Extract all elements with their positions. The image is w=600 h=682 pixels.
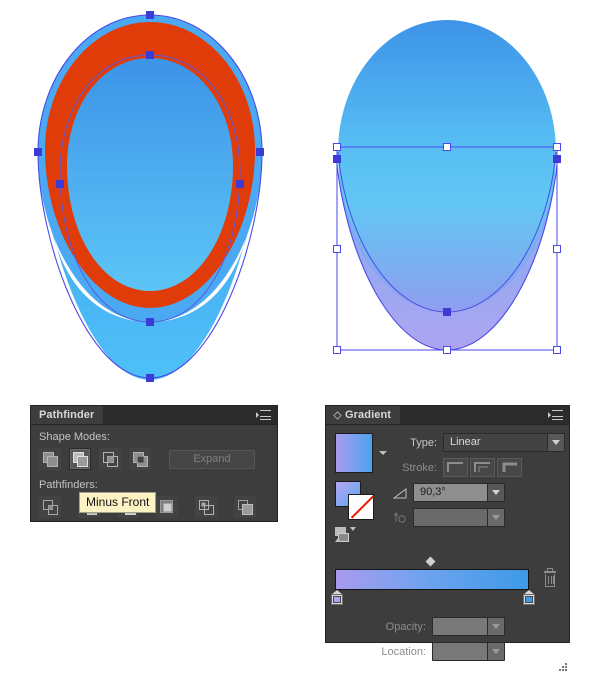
stroke-across-button[interactable] (497, 458, 522, 477)
pathfinder-body: Shape Modes: Expand Pathfinders: Minus F… (31, 425, 277, 526)
tab-gradient-label: Gradient (345, 409, 392, 421)
shape-mode-minus-front-button[interactable] (69, 448, 91, 470)
gradient-angle-input[interactable]: 90,3° (413, 483, 505, 502)
shape-mode-intersect-button[interactable] (99, 448, 121, 470)
gradient-angle-value: 90,3° (420, 486, 446, 498)
pathfinder-minus-back-button[interactable] (234, 496, 256, 518)
left-inner-egg (67, 58, 233, 291)
stroke-along-button[interactable] (470, 458, 495, 477)
expand-button-label: Expand (193, 453, 231, 465)
shape-modes-row: Expand (39, 448, 269, 470)
location-chevron-down-icon[interactable] (487, 643, 504, 660)
type-label: Type: (410, 436, 437, 449)
pathfinders-label: Pathfinders: (39, 479, 98, 491)
right-artwork-group (333, 20, 561, 354)
gradient-preview-swatch[interactable] (335, 433, 373, 473)
pathfinder-crop-button[interactable] (156, 496, 178, 518)
aspect-chevron-down-icon[interactable] (487, 509, 504, 526)
gradient-stop-end[interactable] (523, 590, 535, 605)
gradient-stop-start[interactable] (331, 590, 343, 605)
gradient-ramp[interactable] (335, 569, 529, 590)
pathfinder-tabbar: Pathfinder (31, 406, 277, 425)
shape-mode-unite-button[interactable] (39, 448, 61, 470)
opacity-row: Opacity: (335, 617, 561, 636)
gradient-swatch-column (335, 433, 387, 543)
gradient-tabbar: Gradient (326, 406, 569, 425)
gradient-preset-chevron-down-icon[interactable] (379, 451, 387, 455)
stroke-within-button[interactable] (443, 458, 468, 477)
gradient-aspect-input[interactable] (413, 508, 505, 527)
angle-chevron-down-icon[interactable] (487, 484, 504, 501)
opacity-label: Opacity: (385, 620, 426, 633)
pathfinder-panel-menu-icon[interactable] (256, 410, 272, 422)
stroke-type-buttons (443, 458, 522, 477)
pathfinder-panel: Pathfinder Shape Modes: Expand Pathfinde… (30, 405, 278, 522)
chevron-down-icon[interactable] (547, 434, 564, 451)
aspect-ratio-icon (391, 511, 409, 525)
illustration-canvas (34, 11, 561, 382)
pathfinder-divide-button[interactable] (39, 496, 61, 518)
screen-root: Pathfinder Shape Modes: Expand Pathfinde… (0, 0, 600, 682)
location-label: Location: (381, 645, 426, 658)
gradient-type-value: Linear (450, 436, 481, 448)
gradient-midpoint-handle[interactable] (425, 556, 436, 567)
gradient-slider[interactable] (331, 556, 561, 605)
expand-button[interactable]: Expand (169, 449, 255, 469)
gradient-type-select[interactable]: Linear (443, 433, 565, 452)
stroke-label: Stroke: (402, 461, 437, 474)
delete-stop-icon[interactable] (543, 568, 557, 588)
left-artwork-group (34, 11, 264, 382)
location-row: Location: (335, 642, 561, 661)
type-row: Type: Linear (391, 433, 565, 452)
tooltip-label: Minus Front (86, 495, 150, 509)
tab-pathfinder-label: Pathfinder (39, 409, 95, 421)
minus-front-tooltip: Minus Front (79, 492, 157, 513)
opacity-chevron-down-icon[interactable] (487, 618, 504, 635)
angle-row: 90,3° (391, 483, 565, 502)
tab-gradient[interactable]: Gradient (326, 406, 401, 424)
location-input[interactable] (432, 642, 505, 661)
gradient-diamond-icon (333, 410, 342, 420)
aspect-row (391, 508, 565, 527)
shape-modes-label: Shape Modes: (39, 431, 110, 443)
shape-mode-exclude-button[interactable] (129, 448, 151, 470)
panel-resize-grip[interactable] (557, 663, 567, 673)
gradient-panel-menu-icon[interactable] (548, 410, 564, 422)
tab-pathfinder[interactable]: Pathfinder (31, 406, 104, 424)
gradient-type-mini-icon[interactable] (335, 527, 361, 543)
gradient-body: Type: Linear Stroke: 90,3° Opacity: Loca… (326, 425, 569, 675)
angle-icon (391, 487, 409, 499)
stroke-none-swatch[interactable] (348, 494, 374, 520)
pathfinder-outline-button[interactable] (195, 496, 217, 518)
gradient-panel: Gradient Type: Linear Stroke: 90,3° Opac… (325, 405, 570, 671)
opacity-input[interactable] (432, 617, 505, 636)
stroke-row: Stroke: (391, 458, 565, 477)
fill-stroke-indicator (335, 481, 377, 521)
gradient-controls-column: Type: Linear Stroke: 90,3° (387, 433, 565, 543)
